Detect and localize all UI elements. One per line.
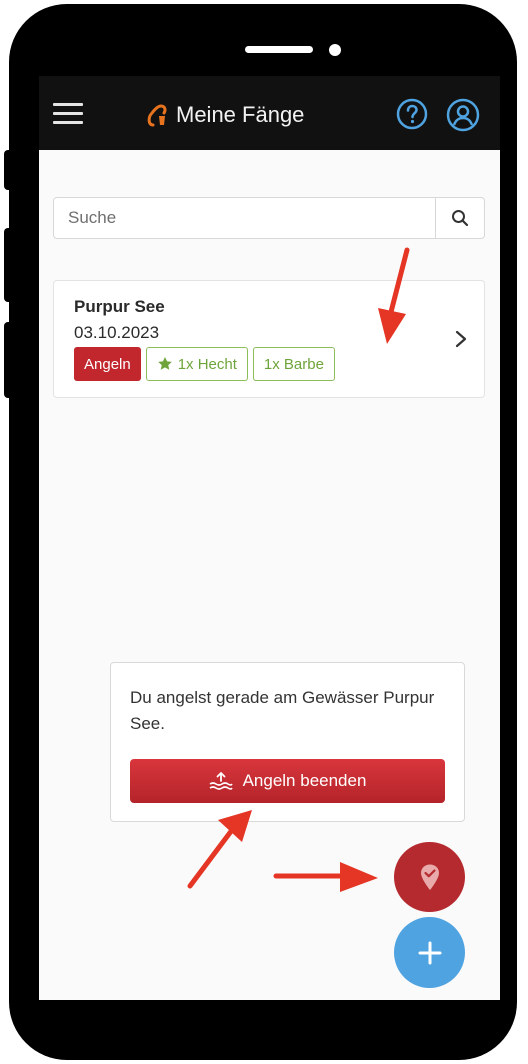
phone-side-button (4, 150, 14, 190)
app-screen: Meine Fänge Purpur See 03.10.2023 Angeln (39, 76, 500, 1000)
fish-tag-label: 1x Hecht (177, 355, 237, 373)
page-title: Meine Fänge (146, 102, 304, 128)
end-fishing-button[interactable]: Angeln beenden (130, 759, 445, 803)
catch-water-name: Purpur See (74, 297, 165, 316)
menu-icon[interactable] (53, 103, 83, 125)
chevron-right-icon (455, 330, 467, 348)
catch-tags: Angeln 1x Hecht 1x Barbe (74, 347, 340, 381)
phone-side-button (4, 228, 14, 302)
location-check-icon (420, 864, 439, 890)
page-title-text: Meine Fänge (176, 102, 305, 127)
star-icon (157, 357, 172, 370)
user-icon[interactable] (446, 98, 480, 132)
session-panel: Du angelst gerade am Gewässer Purpur See… (110, 662, 465, 822)
fish-tag-hecht: 1x Hecht (145, 347, 248, 381)
search-bar (53, 197, 485, 239)
fish-tag-barbe: 1x Barbe (252, 347, 335, 381)
catch-date: 03.10.2023 (74, 323, 160, 342)
search-button[interactable] (435, 198, 484, 238)
help-icon[interactable] (396, 98, 428, 130)
session-message: Du angelst gerade am Gewässer Purpur See… (130, 688, 435, 733)
plus-icon (418, 941, 441, 964)
phone-side-button (4, 322, 14, 398)
speaker-grille (245, 46, 313, 53)
front-camera (329, 44, 341, 56)
water-upload-icon (209, 772, 233, 790)
search-input[interactable] (54, 198, 464, 238)
search-icon (452, 210, 469, 227)
hook-icon (147, 104, 167, 127)
add-catch-fab[interactable] (394, 917, 465, 988)
status-badge: Angeln (74, 347, 141, 381)
location-fab[interactable] (394, 842, 465, 912)
end-fishing-label: Angeln beenden (242, 771, 367, 790)
app-header: Meine Fänge (39, 76, 500, 150)
catch-card[interactable]: Purpur See 03.10.2023 Angeln 1x Hecht 1x… (53, 280, 485, 398)
